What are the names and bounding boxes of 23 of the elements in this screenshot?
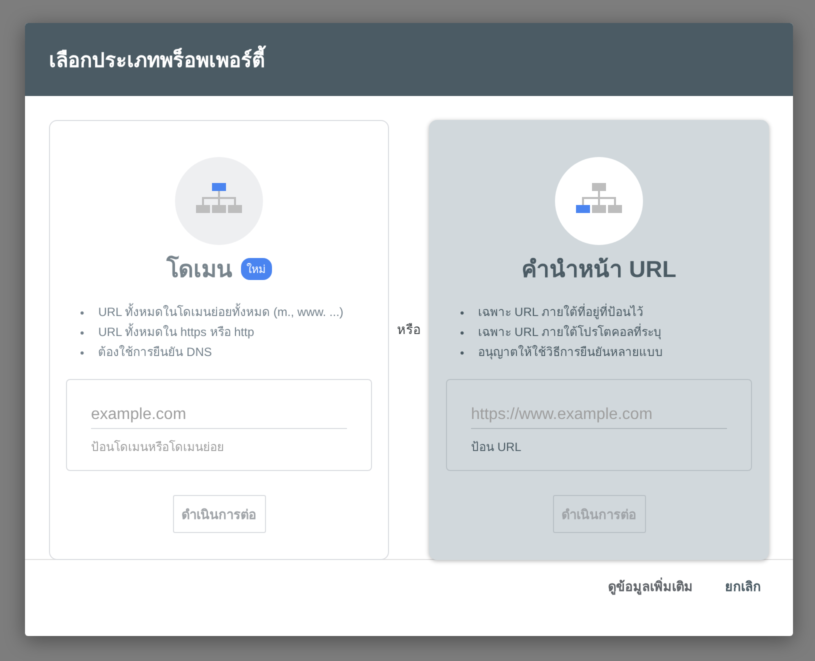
- or-label: หรือ: [396, 321, 422, 339]
- helper-text: ป้อนโดเมนหรือโดเมนย่อย: [91, 439, 225, 456]
- new-badge: ใหม่: [240, 258, 272, 280]
- feature-item: URL ทั้งหมดใน https หรือ http: [97, 323, 256, 341]
- bullet-mark: •: [79, 305, 86, 322]
- helper-text: ป้อน URL: [471, 439, 522, 456]
- input-field[interactable]: example.com: [91, 402, 347, 429]
- input-field[interactable]: https://www.example.com: [471, 402, 727, 429]
- dialog-title: เลือกประเภทพร็อพเพอร์ตี้: [49, 44, 265, 76]
- bullet-mark: •: [79, 325, 86, 342]
- feature-item: เฉพาะ URL ภายใต้โปรโตคอลที่ระบุ: [477, 323, 662, 342]
- learn-more-button[interactable]: ดูข้อมูลเพิ่มเติม: [600, 568, 701, 604]
- bullet-mark: •: [79, 345, 86, 362]
- feature-item: ต้องใช้การยืนยัน DNS: [97, 344, 213, 361]
- bullet-mark: •: [459, 325, 466, 342]
- option-title: คำนำหน้า URL: [522, 255, 676, 284]
- feature-item: URL ทั้งหมดในโดเมนย่อยทั้งหมด (m., www. ...): [97, 303, 344, 321]
- feature-item: อนุญาตให้ใช้วิธีการยืนยันหลายแบบ: [477, 344, 664, 362]
- feature-item: เฉพาะ URL ภายใต้ที่อยู่ที่ป้อนไว้: [477, 303, 644, 322]
- bullet-mark: •: [459, 345, 466, 362]
- option-title: โดเมน: [166, 254, 232, 284]
- cancel-button[interactable]: ยกเลิก: [717, 568, 769, 604]
- bullet-mark: •: [459, 305, 466, 322]
